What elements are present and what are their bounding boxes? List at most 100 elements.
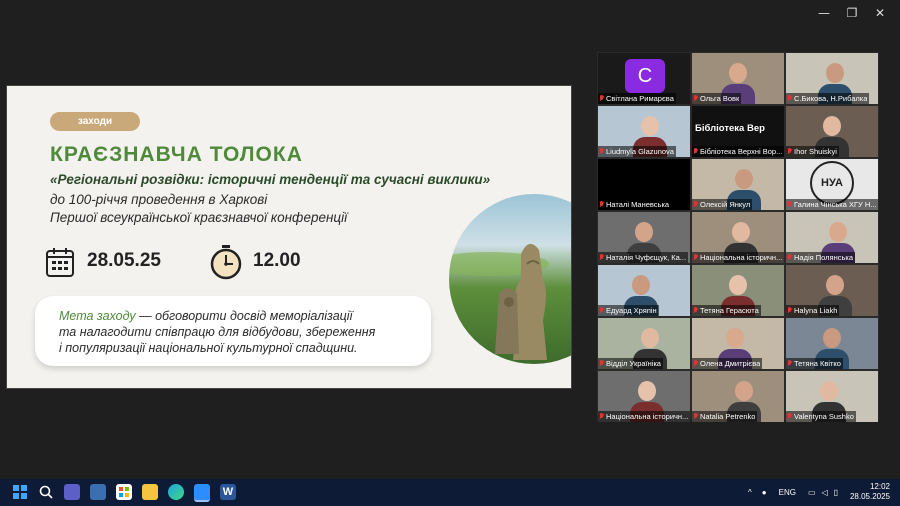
participant-face — [729, 63, 747, 83]
window-controls: — ❐ ✕ — [810, 4, 894, 22]
windows-start-icon[interactable] — [12, 484, 28, 500]
muted-mic-icon — [693, 148, 698, 155]
participant-tile[interactable]: НУА Галина Чінська ХГУ Н... — [786, 159, 878, 210]
participant-tile[interactable]: Liudmyla Glazunova — [598, 106, 690, 157]
muted-mic-icon — [693, 95, 698, 102]
edge-icon[interactable] — [168, 484, 184, 500]
muted-mic-icon — [599, 307, 604, 314]
participant-tile[interactable]: Олексій Янкул — [692, 159, 784, 210]
restore-icon[interactable]: ❐ — [838, 4, 866, 22]
system-clock[interactable]: 12:02 28.05.2025 — [850, 482, 890, 502]
participant-face — [735, 169, 753, 189]
participant-name: Олексій Янкул — [692, 199, 753, 210]
muted-mic-icon — [599, 254, 604, 261]
participant-tile[interactable]: Наталі Маневська — [598, 159, 690, 210]
participant-face — [632, 275, 650, 295]
participant-name: Надія Полянська — [786, 252, 856, 263]
slide-title: КРАЄЗНАВЧА ТОЛОКА — [50, 143, 303, 166]
participant-name: Halyna Liakh — [786, 305, 840, 316]
search-icon[interactable] — [38, 484, 54, 500]
participant-tile[interactable]: Наталія Чуфєщук, Ка... — [598, 212, 690, 263]
muted-mic-icon — [787, 360, 792, 367]
muted-mic-icon — [599, 148, 604, 155]
volume-icon[interactable]: ◁ — [822, 488, 828, 497]
participant-name: Національна історичн... — [692, 252, 784, 263]
participant-tile[interactable]: Едуард Хряпін — [598, 265, 690, 316]
avatar: С — [625, 59, 665, 93]
participant-name: Галина Чінська ХГУ Н... — [786, 199, 878, 210]
event-date: 28.05.25 — [87, 250, 161, 271]
participant-tile[interactable]: С.Бикова, Н.Рибалка — [786, 53, 878, 104]
muted-mic-icon — [693, 201, 698, 208]
participant-name: Ihor Shuiskyi — [786, 146, 839, 157]
participant-name: Відділ Українікa — [598, 358, 663, 369]
participant-tile[interactable]: Олена Дмитрієва — [692, 318, 784, 369]
participant-face — [735, 381, 753, 401]
zoom-icon[interactable] — [194, 484, 210, 502]
muted-mic-icon — [787, 254, 792, 261]
participant-tile[interactable]: Національна історичн... — [598, 371, 690, 422]
participant-face — [641, 328, 659, 348]
participant-face — [732, 222, 750, 242]
participant-name: Тетяна Герасюта — [692, 305, 761, 316]
participant-face — [729, 275, 747, 295]
goal-label: Мета заходу — [59, 309, 136, 323]
clock-time: 12:02 — [869, 482, 890, 491]
participant-face — [826, 63, 844, 83]
participant-tile[interactable]: Valentyna Sushko — [786, 371, 878, 422]
microphone-icon[interactable]: ● — [762, 488, 767, 497]
muted-mic-icon — [787, 95, 792, 102]
participant-name: Natalia Petrenko — [692, 411, 758, 422]
participant-tile[interactable]: Надія Полянська — [786, 212, 878, 263]
participant-tile[interactable]: Бібліотека Вер Бібліотека Верхні Вор... — [692, 106, 784, 157]
participant-name: Національна історичн... — [598, 411, 690, 422]
clock-date: 28.05.2025 — [849, 492, 890, 501]
participant-tile[interactable]: Тетяна Герасюта — [692, 265, 784, 316]
shared-screen-slide: заходи КРАЄЗНАВЧА ТОЛОКА «Регіональні ро… — [6, 85, 572, 389]
network-icon[interactable]: ▭ — [808, 488, 816, 497]
participant-face — [820, 381, 838, 401]
participant-name: Liudmyla Glazunova — [598, 146, 676, 157]
participant-tile[interactable]: Відділ Українікa — [598, 318, 690, 369]
participant-tile[interactable]: Ольга Вовк — [692, 53, 784, 104]
muted-mic-icon — [599, 360, 604, 367]
calendar-icon — [46, 248, 74, 277]
participant-tile[interactable]: Національна історичн... — [692, 212, 784, 263]
clock-icon — [210, 245, 242, 280]
participant-tile[interactable]: Halyna Liakh — [786, 265, 878, 316]
muted-mic-icon — [693, 254, 698, 261]
battery-icon[interactable]: ▯ — [834, 488, 838, 497]
store-icon[interactable] — [116, 484, 132, 500]
participant-face — [826, 275, 844, 295]
muted-mic-icon — [599, 413, 604, 420]
muted-mic-icon — [787, 201, 792, 208]
participant-gallery: С Світлана Римарєва Ольга Вовк С.Бикова, Н.… — [597, 52, 879, 422]
language-indicator[interactable]: ENG — [779, 488, 796, 497]
participant-tile[interactable]: Тетяна Квітко — [786, 318, 878, 369]
muted-mic-icon — [787, 148, 792, 155]
meet-icon[interactable] — [64, 484, 80, 500]
slide-subtitle-line3: Першої всеукраїнської краєзнавчої конфер… — [50, 210, 348, 225]
participant-face — [641, 116, 659, 136]
participant-name: Valentyna Sushko — [786, 411, 856, 422]
participant-tile[interactable]: Natalia Petrenko — [692, 371, 784, 422]
participant-face — [638, 381, 656, 401]
participant-name: Наталі Маневська — [598, 199, 672, 210]
muted-mic-icon — [693, 413, 698, 420]
goal-box: Мета заходу — обговорити досвід меморіал… — [35, 296, 431, 366]
participant-face — [823, 328, 841, 348]
word-icon[interactable]: W — [220, 484, 236, 500]
file-explorer-icon[interactable] — [142, 484, 158, 500]
notes-icon[interactable] — [90, 484, 106, 500]
muted-mic-icon — [787, 413, 792, 420]
participant-name: Олена Дмитрієва — [692, 358, 763, 369]
chevron-up-icon[interactable]: ^ — [748, 488, 752, 497]
event-time: 12.00 — [253, 250, 301, 271]
muted-mic-icon — [693, 307, 698, 314]
muted-mic-icon — [787, 307, 792, 314]
minimize-icon[interactable]: — — [810, 4, 838, 22]
participant-tile[interactable]: Ihor Shuiskyi — [786, 106, 878, 157]
muted-mic-icon — [599, 95, 604, 102]
participant-tile[interactable]: С Світлана Римарєва — [598, 53, 690, 104]
close-icon[interactable]: ✕ — [866, 4, 894, 22]
